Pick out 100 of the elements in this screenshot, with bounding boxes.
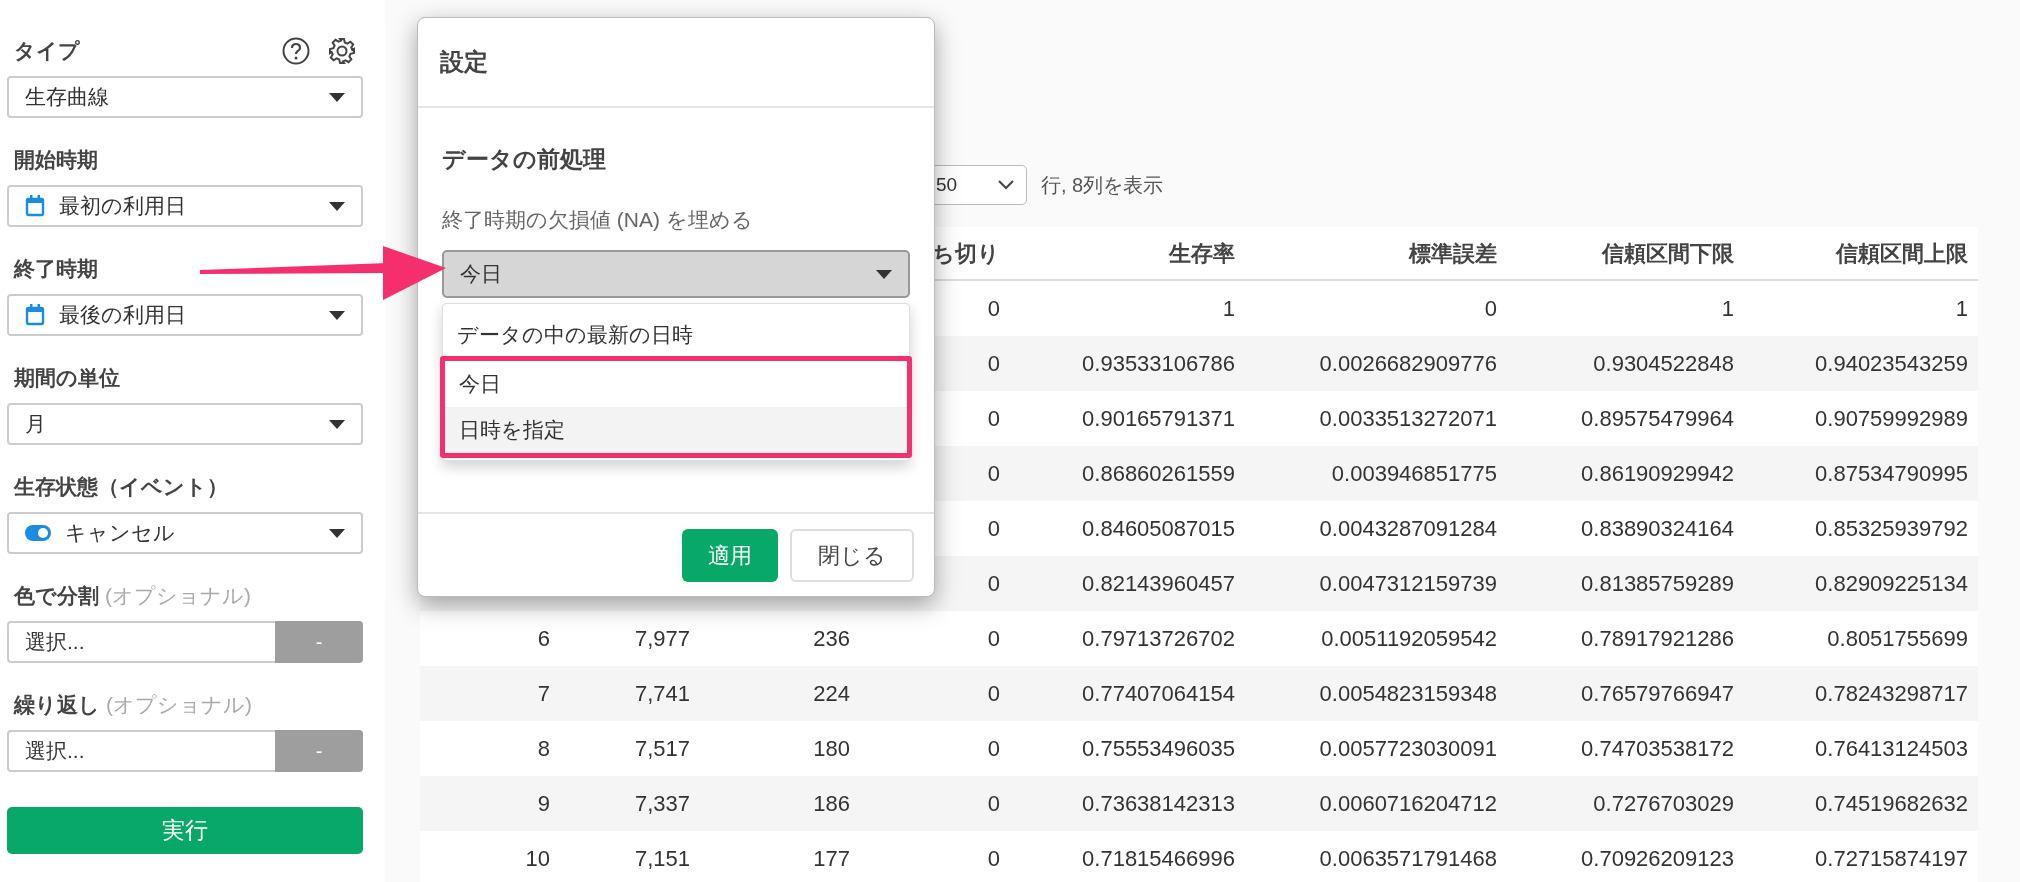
table-cell-text: 0 <box>986 845 1001 873</box>
select-field[interactable]: 選択... <box>7 730 275 772</box>
table-cell-text: 0 <box>986 790 1001 818</box>
table-cell-text: 180 <box>812 735 851 763</box>
table-cell-text: 0 <box>986 625 1001 653</box>
table-cell-text: 236 <box>812 625 851 653</box>
caret-icon <box>329 310 345 320</box>
table-cell-text: 6 <box>536 625 551 653</box>
table-cell-text: 0.74519682632 <box>1814 790 1969 818</box>
toggle-switch[interactable] <box>25 525 51 541</box>
table-cell-text: 0 <box>986 295 1001 323</box>
table-cell-text: 0.78243298717 <box>1814 680 1969 708</box>
dropdown-option[interactable]: データの中の最新の日時 <box>443 312 909 358</box>
table-cell-text: 0 <box>986 680 1001 708</box>
table-cell-text: 0.85325939792 <box>1814 515 1969 543</box>
select-field[interactable]: 月 <box>7 403 363 445</box>
table-cell-text: 0.0060716204712 <box>1318 790 1498 818</box>
table-cell-text: 177 <box>812 845 851 873</box>
table-cell-text: 8 <box>536 735 551 763</box>
table-cell-text: 0 <box>986 570 1001 598</box>
select-field[interactable]: 最後の利用日 <box>7 294 363 336</box>
table-cell-text: 0 <box>986 515 1001 543</box>
table-cell-text: 0.90759992989 <box>1814 405 1969 433</box>
table-cell-text: 0.9304522848 <box>1592 350 1735 378</box>
help-icon[interactable] <box>282 37 310 65</box>
table-cell-text: 0.75553496035 <box>1081 735 1236 763</box>
table-cell-text: 0.90165791371 <box>1081 405 1236 433</box>
table-cell-text: 0.0033513272071 <box>1318 405 1498 433</box>
field-label: 繰り返し <box>14 692 100 719</box>
table-cell-text: 186 <box>812 790 851 818</box>
dropdown-option[interactable]: 日時を指定 <box>445 407 907 453</box>
field-label: タイプ <box>14 38 80 65</box>
calendar-icon <box>25 304 45 326</box>
field-label: 生存状態（イベント） <box>14 474 228 501</box>
table-cell-text: 0.79713726702 <box>1081 625 1236 653</box>
table-cell-text: 0.0057723030091 <box>1318 735 1498 763</box>
table-cell-text: 0.94023543259 <box>1814 350 1969 378</box>
caret-icon <box>329 92 345 102</box>
field-label: 終了時期の欠損値 (NA) を埋める <box>442 207 754 233</box>
select-field[interactable]: 生存曲線 <box>7 76 363 118</box>
caret-icon <box>329 201 345 211</box>
table-cell-text: 1 <box>1954 295 1969 323</box>
column-header[interactable]: 信頼区間上限 <box>1744 236 1978 270</box>
table-cell-text: 0.71815466996 <box>1081 845 1236 873</box>
table-cell-text: 10 <box>524 845 551 873</box>
table-cell-text: 7,517 <box>633 735 691 763</box>
chevron-icon <box>998 180 1014 190</box>
table-cell-text: 0.0026682909776 <box>1318 350 1498 378</box>
caret-icon <box>329 419 345 429</box>
optional-note: (オプショナル) <box>106 692 252 719</box>
table-cell-text: 0.76579766947 <box>1580 680 1735 708</box>
caret-icon <box>329 528 345 538</box>
dialog-title: 設定 <box>440 47 488 77</box>
select-field[interactable]: キャンセル <box>7 512 363 554</box>
table-cell-text: 7,977 <box>633 625 691 653</box>
table-cell-text: 0 <box>1483 295 1498 323</box>
table-cell-text: 0 <box>986 405 1001 433</box>
table-cell-text: 0.93533106786 <box>1081 350 1236 378</box>
table-cell-text: 0.70926209123 <box>1580 845 1735 873</box>
column-header[interactable]: 標準誤差 <box>1245 236 1507 270</box>
table-cell-text: 1 <box>1221 295 1236 323</box>
column-header[interactable]: 信頼区間下限 <box>1507 236 1744 270</box>
select-field[interactable]: 選択... <box>7 621 275 663</box>
field-label: 開始時期 <box>14 147 98 174</box>
table-cell-text: 0 <box>986 350 1001 378</box>
table-cell-text: 0.7276703029 <box>1592 790 1735 818</box>
table-cell-text: 0.72715874197 <box>1814 845 1969 873</box>
field-label: 期間の単位 <box>14 365 120 392</box>
close-button[interactable]: 閉じる <box>790 528 914 582</box>
table-cell-text: 0.86190929942 <box>1580 460 1735 488</box>
settings-icon[interactable] <box>328 37 356 65</box>
table-cell-text: 0.77407064154 <box>1081 680 1236 708</box>
section-title: データの前処理 <box>442 145 607 174</box>
table-cell-text: 0.89575479964 <box>1580 405 1735 433</box>
table-cell-text: 0.003946851775 <box>1330 460 1498 488</box>
table-cell-text: 0.0043287091284 <box>1318 515 1498 543</box>
select-field[interactable]: 最初の利用日 <box>7 185 363 227</box>
table-cell-text: 224 <box>812 680 851 708</box>
table-cell-text: 0.84605087015 <box>1081 515 1236 543</box>
table-cell-text: 0.8051755699 <box>1826 625 1969 653</box>
table-cell-text: 0.78917921286 <box>1580 625 1735 653</box>
table-cell-text: 0.73638142313 <box>1081 790 1236 818</box>
select-field[interactable]: 今日 <box>442 250 910 298</box>
table-cell-text: 0.81385759289 <box>1580 570 1735 598</box>
calendar-icon <box>25 195 45 217</box>
table-cell-text: 0 <box>986 460 1001 488</box>
field-label: 終了時期 <box>14 256 98 283</box>
table-cell-text: 7 <box>536 680 551 708</box>
table-cell-text: 9 <box>536 790 551 818</box>
table-cell-text: 0.83890324164 <box>1580 515 1735 543</box>
table-cell-text: 0.0047312159739 <box>1318 570 1498 598</box>
table-cell-text: 0.0063571791468 <box>1318 845 1498 873</box>
table-cell-text: 0.76413124503 <box>1814 735 1969 763</box>
table-cell-text: 0.0054823159348 <box>1318 680 1498 708</box>
table-cell-text: 0.82909225134 <box>1814 570 1969 598</box>
table-cell-text: 0.0051192059542 <box>1320 625 1498 653</box>
column-header[interactable]: 生存率 <box>1010 236 1245 270</box>
table-cell-text: 7,741 <box>633 680 691 708</box>
table-cell-text: 7,337 <box>633 790 691 818</box>
table-cell-text: 0.74703538172 <box>1580 735 1735 763</box>
